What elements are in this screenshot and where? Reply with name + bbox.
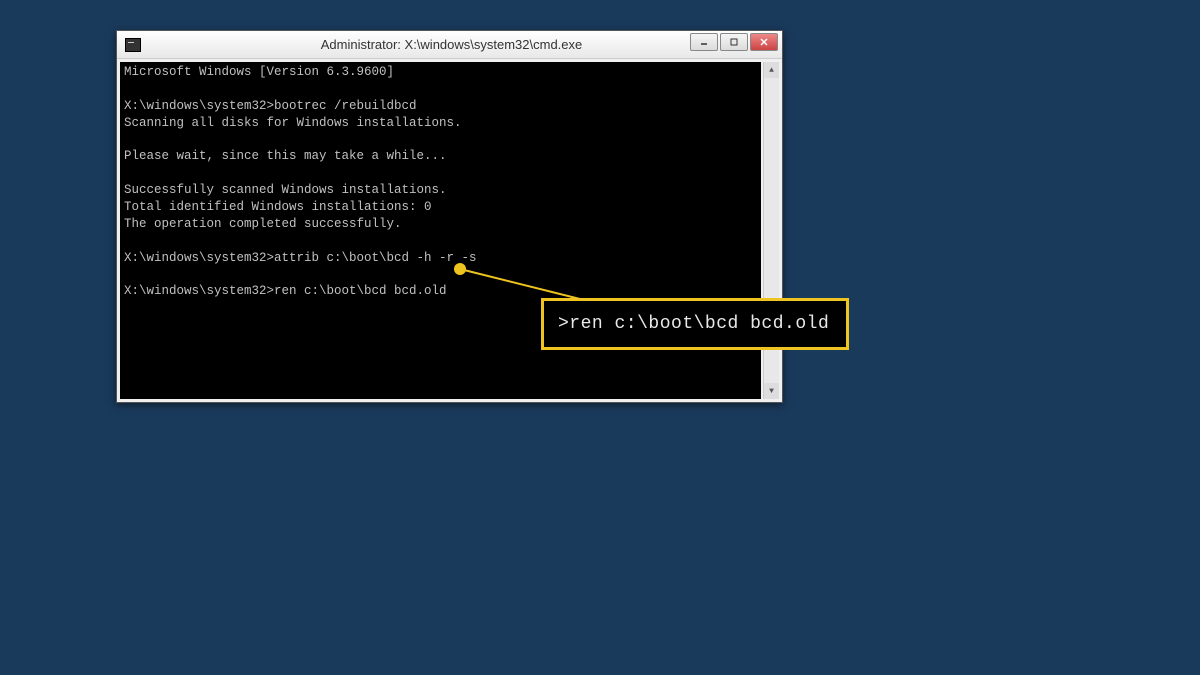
window-body: Microsoft Windows [Version 6.3.9600] X:\… [117, 59, 782, 402]
callout-text: >ren c:\boot\bcd bcd.old [558, 314, 829, 334]
titlebar[interactable]: Administrator: X:\windows\system32\cmd.e… [117, 31, 782, 59]
minimize-button[interactable] [690, 33, 718, 51]
window-controls [690, 33, 778, 51]
command-callout: >ren c:\boot\bcd bcd.old [541, 298, 849, 350]
scroll-down-arrow-icon[interactable]: ▼ [764, 383, 779, 399]
cmd-icon [125, 38, 141, 52]
scroll-up-arrow-icon[interactable]: ▲ [764, 62, 779, 78]
callout-anchor-dot-icon [454, 263, 466, 275]
window-title: Administrator: X:\windows\system32\cmd.e… [141, 37, 782, 52]
close-button[interactable] [750, 33, 778, 51]
maximize-button[interactable] [720, 33, 748, 51]
